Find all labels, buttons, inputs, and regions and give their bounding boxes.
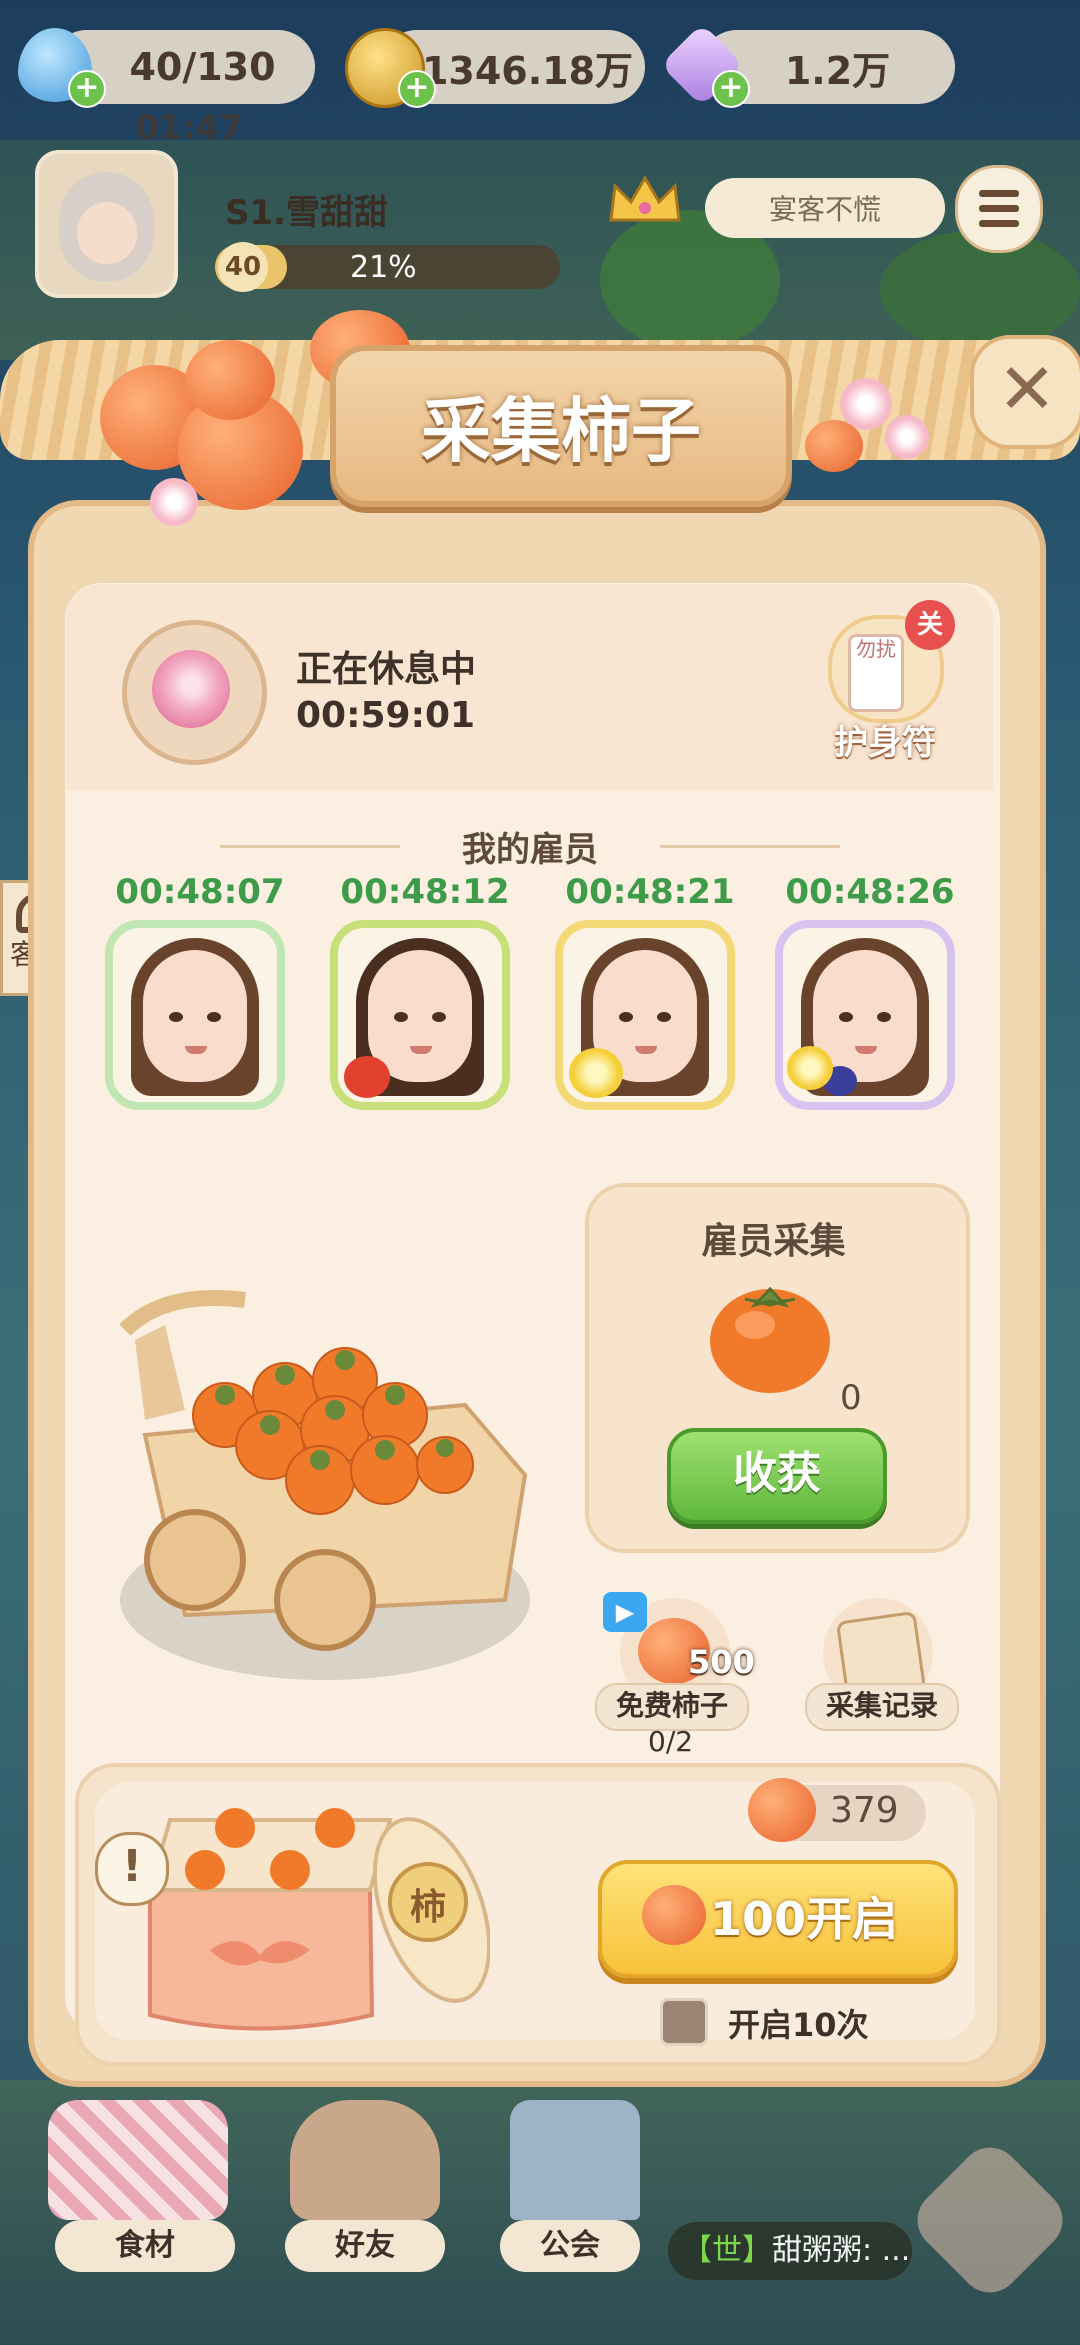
persimmon-icon — [705, 1275, 835, 1395]
menu-button[interactable] — [955, 165, 1043, 253]
add-gold-button[interactable]: + — [398, 70, 436, 108]
harvest-title: 雇员采集 — [701, 1221, 846, 1262]
popup-title: 采集柿子 — [421, 390, 701, 472]
persimmon-decoration-icon — [185, 340, 275, 420]
employee-card[interactable] — [330, 920, 510, 1110]
add-water-button[interactable]: + — [68, 70, 106, 108]
world-chat-bar[interactable]: 【世】甜粥粥: ... — [668, 2222, 912, 2280]
persimmon-icon — [642, 1885, 706, 1945]
guest-event-button[interactable]: 宴客不慌 — [705, 178, 945, 238]
lemon-icon — [569, 1048, 623, 1098]
employee-card[interactable] — [775, 920, 955, 1110]
harvest-count: 0 — [840, 1378, 862, 1418]
persimmon-icon — [748, 1778, 816, 1842]
persimmon-gift-box-icon[interactable]: 柿 — [110, 1780, 492, 2060]
player-avatar[interactable] — [35, 150, 178, 298]
add-gem-button[interactable]: + — [712, 70, 750, 108]
gold-value: 1346.18万 — [421, 48, 634, 93]
persimmon-decoration-icon — [805, 420, 863, 472]
rose-icon — [122, 620, 267, 765]
gift-box-char: 柿 — [409, 1887, 446, 1928]
amulet-toggle-badge[interactable]: 关 — [905, 600, 955, 650]
video-ad-icon: ▶ — [603, 1592, 647, 1632]
open-ten-label: 开启10次 — [728, 2006, 869, 2044]
employees-title: 我的雇员 — [462, 830, 598, 870]
amulet-tag-icon: 勿扰 — [848, 634, 904, 712]
info-icon[interactable]: ! — [95, 1832, 169, 1906]
status-timer: 00:59:01 — [296, 695, 476, 736]
employee-card[interactable] — [105, 920, 285, 1110]
lemon-icon — [787, 1046, 833, 1090]
employee-timer: 00:48:12 — [340, 872, 510, 912]
food-basket-icon — [48, 2100, 228, 2220]
flower-decoration-icon — [150, 478, 198, 526]
employee-timer: 00:48:26 — [785, 872, 955, 912]
flower-decoration-icon — [885, 415, 929, 459]
persimmon-balance-value: 379 — [830, 1790, 899, 1831]
free-persimmon-amount: 500 — [688, 1643, 755, 1681]
employee-timer: 00:48:21 — [565, 872, 735, 912]
nav-food-button[interactable]: 食材 — [55, 2220, 235, 2272]
harvest-records-label[interactable]: 采集记录 — [805, 1683, 959, 1731]
crown-icon[interactable] — [605, 172, 685, 228]
player-name: S1.雪甜甜 — [225, 193, 389, 233]
open-ten-checkbox[interactable] — [660, 1998, 708, 2046]
free-persimmon-progress: 0/2 — [648, 1725, 694, 1758]
friends-avatar-icon — [290, 2100, 440, 2220]
harvest-button[interactable]: 收获 — [667, 1428, 887, 1524]
water-value: 40/130 — [129, 45, 276, 89]
amulet-tag-text: 勿扰 — [856, 637, 896, 661]
employee-card[interactable] — [555, 920, 735, 1110]
nav-guild-button[interactable]: 公会 — [500, 2220, 640, 2272]
gem-value: 1.2万 — [784, 48, 891, 93]
chat-message: 甜粥粥: ... — [772, 2233, 911, 2268]
free-persimmon-label[interactable]: 免费柿子 — [595, 1683, 749, 1731]
amulet-label: 护身符 — [834, 723, 936, 763]
open-gift-label: 100开启 — [710, 1892, 899, 1946]
tomato-icon — [344, 1056, 390, 1098]
close-button[interactable]: ✕ — [970, 335, 1080, 449]
guild-building-icon — [510, 2100, 640, 2220]
level-progress-text: 21% — [350, 250, 417, 285]
status-label: 正在休息中 — [296, 649, 477, 690]
employee-timer: 00:48:07 — [115, 872, 285, 912]
persimmon-cart-icon — [105, 1270, 565, 1690]
nav-friends-button[interactable]: 好友 — [285, 2220, 445, 2272]
guest-event-label: 宴客不慌 — [768, 193, 881, 226]
chat-channel: 【世】 — [682, 2233, 772, 2268]
water-timer: 01:47 — [135, 108, 244, 148]
player-level: 40 — [218, 242, 268, 292]
